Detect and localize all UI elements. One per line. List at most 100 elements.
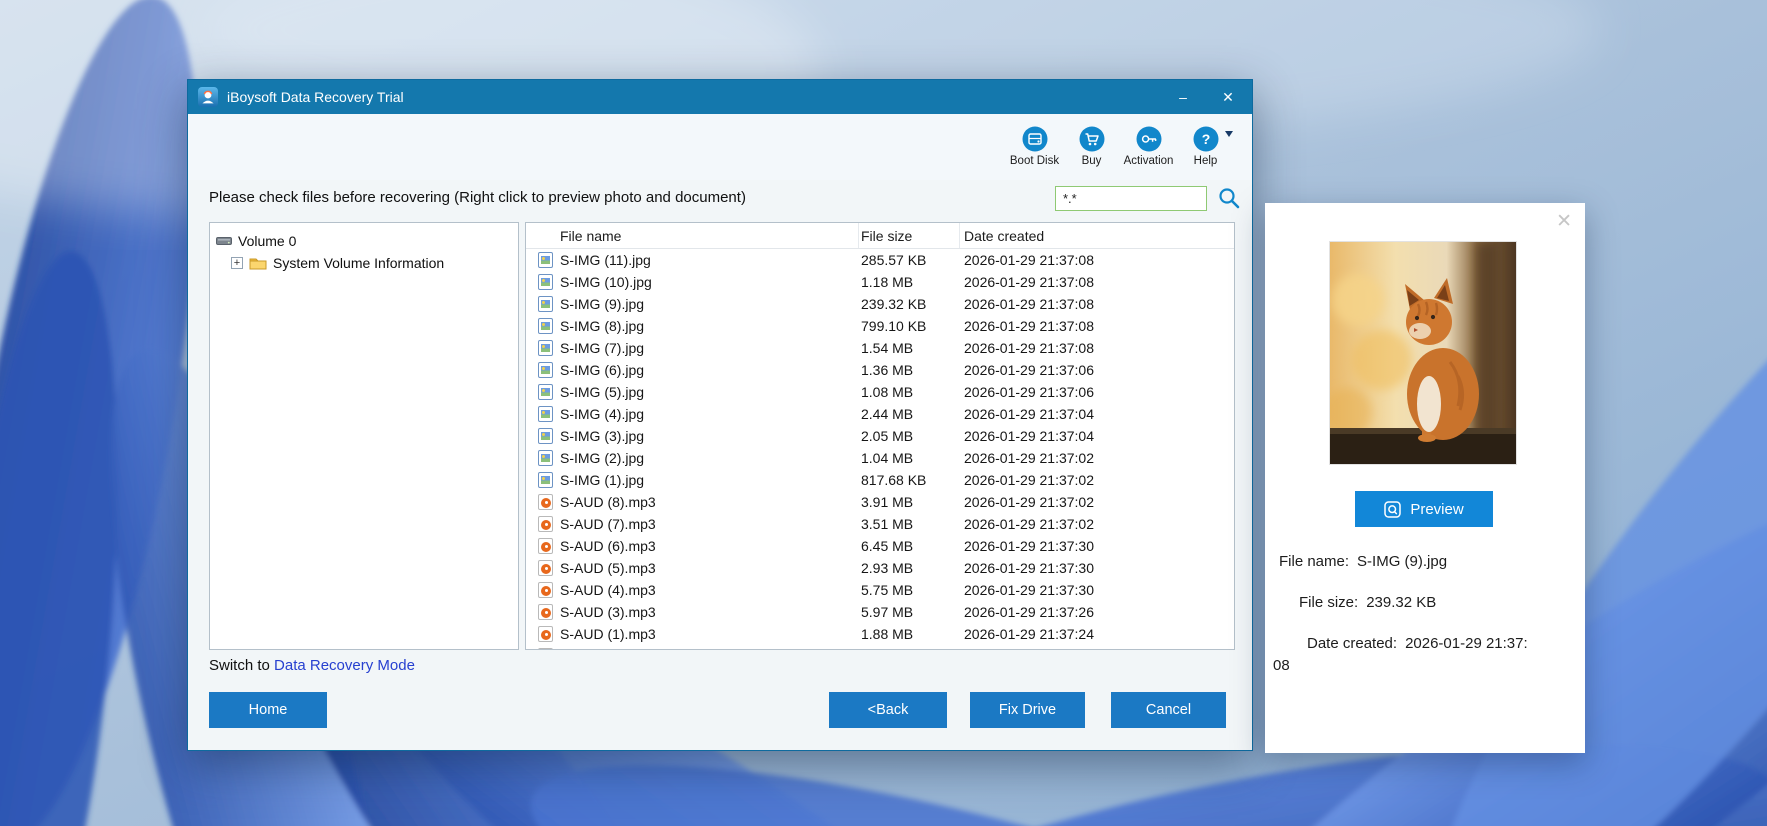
table-row[interactable]: S-AUD (7).mp3 3.51 MB 2026-01-29 21:37:0… (526, 513, 1234, 535)
tree-expander[interactable]: + (231, 257, 243, 269)
table-row[interactable]: S-AUD (4).mp3 5.75 MB 2026-01-29 21:37:3… (526, 579, 1234, 601)
file-name-cell: S-AUD (1).mp3 (526, 626, 859, 642)
date-created-cell: 2026-01-29 21:37:08 (964, 318, 1094, 334)
file-size-value: 239.32 KB (1366, 594, 1437, 611)
tree-item-system-volume-information[interactable]: + System Volume Information (216, 252, 512, 274)
file-size-label: File size: (1299, 594, 1359, 611)
instruction-text: Please check files before recovering (Ri… (209, 189, 746, 206)
file-name-cell: S-IMG (7).jpg (526, 340, 859, 356)
file-name: S-IMG (10).jpg (560, 274, 652, 290)
preview-panel: ✕ Preview File name: S-IMG (9).jpg File … (1265, 203, 1585, 753)
file-name-cell: S-IMG (5).jpg (526, 384, 859, 400)
toolbar-item-activation[interactable]: Activation (1120, 126, 1177, 167)
tree-item-volume[interactable]: Volume 0 (216, 230, 512, 252)
toolbar-item-boot-disk[interactable]: Boot Disk (1006, 126, 1063, 167)
date-created-cell: 2026-01-29 21:37:06 (964, 384, 1094, 400)
table-row[interactable]: S-IMG (3).jpg 2.05 MB 2026-01-29 21:37:0… (526, 425, 1234, 447)
preview-button-icon (1384, 500, 1402, 518)
folder-tree: Volume 0 + System Volume Information (209, 222, 519, 650)
table-row[interactable] (526, 645, 1234, 649)
file-size-cell: 2.93 MB (861, 560, 914, 576)
table-row[interactable]: S-IMG (5).jpg 1.08 MB 2026-01-29 21:37:0… (526, 381, 1234, 403)
file-name: S-IMG (11).jpg (560, 252, 651, 268)
search-icon[interactable] (1217, 186, 1241, 210)
photo-thumbnail (1329, 241, 1517, 465)
date-created-cell: 2026-01-29 21:37:02 (964, 516, 1094, 532)
date-created-cell: 2026-01-29 21:37:06 (964, 362, 1094, 378)
content-panels: Volume 0 + System Volume Information Fil… (188, 222, 1252, 650)
table-row[interactable]: S-IMG (7).jpg 1.54 MB 2026-01-29 21:37:0… (526, 337, 1234, 359)
fix-drive-button[interactable]: Fix Drive (970, 692, 1085, 728)
file-type-icon (538, 274, 553, 290)
file-name-cell: S-AUD (8).mp3 (526, 494, 859, 510)
table-row[interactable]: S-IMG (9).jpg 239.32 KB 2026-01-29 21:37… (526, 293, 1234, 315)
table-row[interactable]: S-AUD (3).mp3 5.97 MB 2026-01-29 21:37:2… (526, 601, 1234, 623)
file-name-cell: S-IMG (9).jpg (526, 296, 859, 312)
file-name-cell: S-AUD (4).mp3 (526, 582, 859, 598)
toolbar-label: Activation (1123, 155, 1174, 167)
file-type-icon (538, 450, 553, 466)
file-name: S-AUD (4).mp3 (560, 582, 656, 598)
close-button[interactable]: ✕ (1210, 84, 1246, 110)
table-row[interactable]: S-IMG (2).jpg 1.04 MB 2026-01-29 21:37:0… (526, 447, 1234, 469)
file-size-cell: 3.51 MB (861, 516, 914, 532)
file-type-icon (538, 428, 553, 444)
file-name-cell (526, 648, 859, 649)
toolbar-items: Boot Disk Buy Activation ? Help (1006, 126, 1234, 167)
file-name-cell: S-AUD (7).mp3 (526, 516, 859, 532)
preview-metadata: File name: S-IMG (9).jpg File size: 239.32… (1265, 551, 1585, 696)
cancel-button[interactable]: Cancel (1111, 692, 1226, 728)
minimize-button[interactable]: – (1165, 84, 1201, 110)
toolbar-label: Buy (1081, 155, 1102, 167)
home-button[interactable]: Home (209, 692, 327, 728)
file-type-icon (538, 406, 553, 422)
toolbar-label: Boot Disk (1009, 155, 1060, 167)
file-size-cell: 3.91 MB (861, 494, 914, 510)
table-row[interactable]: S-AUD (8).mp3 3.91 MB 2026-01-29 21:37:0… (526, 491, 1234, 513)
window-title: iBoysoft Data Recovery Trial (227, 89, 404, 105)
file-type-icon (538, 494, 553, 510)
file-name: S-AUD (8).mp3 (560, 494, 656, 510)
file-type-icon (538, 296, 553, 312)
file-size-cell: 799.10 KB (861, 318, 927, 334)
table-row[interactable]: S-IMG (10).jpg 1.18 MB 2026-01-29 21:37:… (526, 271, 1234, 293)
table-row[interactable]: S-IMG (8).jpg 799.10 KB 2026-01-29 21:37… (526, 315, 1234, 337)
toolbar-item-buy[interactable]: Buy (1063, 126, 1120, 167)
file-name-cell: S-IMG (2).jpg (526, 450, 859, 466)
file-name-cell: S-IMG (3).jpg (526, 428, 859, 444)
app-window: iBoysoft Data Recovery Trial – ✕ Boot Di… (187, 79, 1253, 751)
table-row[interactable]: S-IMG (1).jpg 817.68 KB 2026-01-29 21:37… (526, 469, 1234, 491)
preview-close-icon[interactable]: ✕ (1556, 210, 1572, 233)
date-created-cell: 2026-01-29 21:37:30 (964, 538, 1094, 554)
app-logo-icon (198, 87, 218, 107)
column-header-file-name[interactable]: File name (526, 223, 859, 248)
file-size-cell: 1.04 MB (861, 450, 914, 466)
file-type-icon (538, 516, 553, 532)
filter-input[interactable] (1055, 186, 1207, 211)
help-dropdown-caret-icon[interactable] (1225, 131, 1233, 137)
table-row[interactable]: S-IMG (11).jpg 285.57 KB 2026-01-29 21:3… (526, 249, 1234, 271)
toolbar-item-help[interactable]: ? Help (1177, 126, 1234, 167)
file-name: S-IMG (3).jpg (560, 428, 645, 444)
table-row[interactable]: S-AUD (6).mp3 6.45 MB 2026-01-29 21:37:3… (526, 535, 1234, 557)
data-recovery-mode-link[interactable]: Data Recovery Mode (274, 657, 415, 674)
preview-button-label: Preview (1410, 500, 1464, 518)
file-type-icon (538, 318, 553, 334)
column-header-file-size[interactable]: File size (859, 223, 960, 248)
column-header-date-created[interactable]: Date created (960, 223, 1234, 248)
file-type-icon (538, 582, 553, 598)
switch-prefix: Switch to (209, 657, 270, 674)
boot-disk-icon (1022, 126, 1047, 152)
titlebar: iBoysoft Data Recovery Trial – ✕ (188, 80, 1252, 114)
table-row[interactable]: S-AUD (5).mp3 2.93 MB 2026-01-29 21:37:3… (526, 557, 1234, 579)
preview-button[interactable]: Preview (1355, 491, 1493, 527)
back-button[interactable]: <Back (829, 692, 947, 728)
date-created-cell: 2026-01-29 21:37:30 (964, 560, 1094, 576)
table-row[interactable]: S-IMG (4).jpg 2.44 MB 2026-01-29 21:37:0… (526, 403, 1234, 425)
file-name-cell: S-IMG (10).jpg (526, 274, 859, 290)
file-size-cell: 1.88 MB (861, 626, 914, 642)
folder-icon (249, 258, 267, 270)
table-row[interactable]: S-AUD (1).mp3 1.88 MB 2026-01-29 21:37:2… (526, 623, 1234, 645)
file-type-icon (538, 384, 553, 400)
table-row[interactable]: S-IMG (6).jpg 1.36 MB 2026-01-29 21:37:0… (526, 359, 1234, 381)
